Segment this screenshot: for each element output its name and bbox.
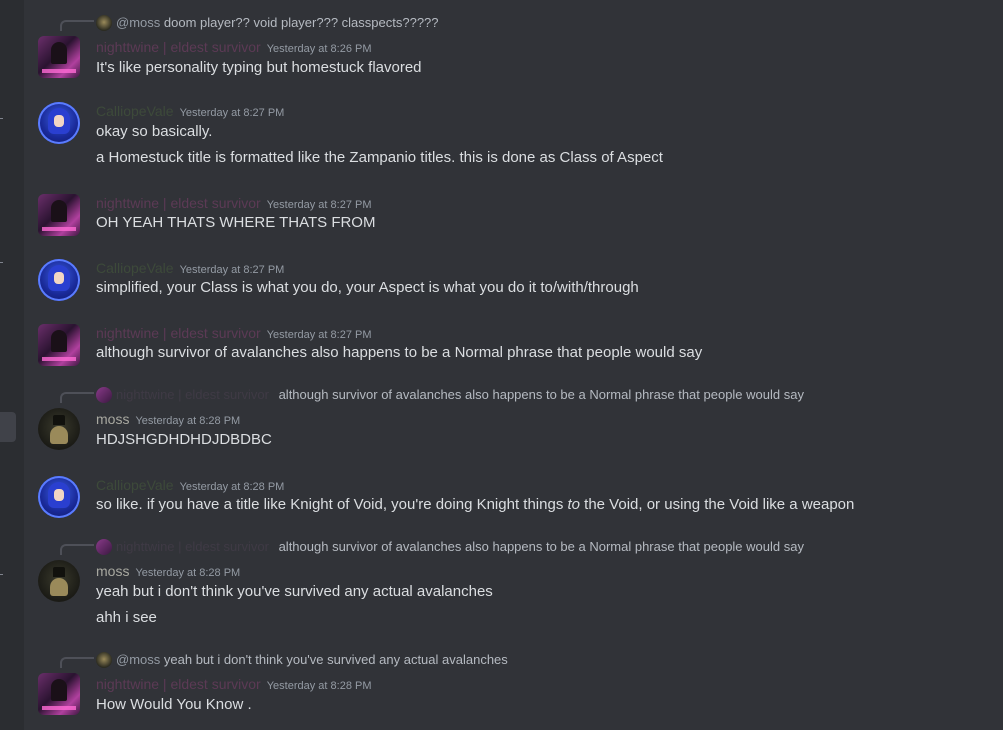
message-text: although survivor of avalanches also hap… bbox=[96, 344, 703, 361]
username[interactable]: CalliopeVale bbox=[96, 260, 174, 276]
reply-mention[interactable]: @moss bbox=[116, 652, 160, 667]
reply-preview[interactable]: @moss doom player?? void player??? class… bbox=[96, 14, 439, 32]
reply-mention[interactable]: @moss bbox=[116, 15, 160, 30]
reply-spine bbox=[60, 20, 94, 31]
message-text: HDJSHGDHDHDJDBDBC bbox=[96, 431, 272, 448]
sidebar-tick bbox=[0, 574, 3, 575]
message[interactable]: nighttwine | eldest survivor although su… bbox=[24, 384, 1003, 454]
message-text-italic: to bbox=[567, 496, 580, 513]
reply-author[interactable]: nighttwine | eldest survivor bbox=[116, 539, 269, 554]
timestamp: Yesterday at 8:27 PM bbox=[266, 329, 372, 341]
timestamp: Yesterday at 8:28 PM bbox=[266, 680, 372, 692]
message[interactable]: nighttwine | eldest survivor although su… bbox=[24, 536, 1003, 632]
username[interactable]: CalliopeVale bbox=[96, 103, 174, 119]
message-text: OH YEAH THATS WHERE THATS FROM bbox=[96, 214, 376, 231]
message[interactable]: CalliopeVale Yesterday at 8:27 PM okay so… bbox=[24, 100, 1003, 170]
username[interactable]: nighttwine | eldest survivor bbox=[96, 39, 261, 55]
reply-avatar bbox=[96, 651, 112, 668]
message-text: It's like personality typing but homestu… bbox=[96, 59, 422, 76]
channel-sidebar-edge bbox=[0, 0, 22, 730]
message-text: so like. if you have a title like Knight… bbox=[96, 495, 854, 515]
reply-avatar bbox=[96, 386, 112, 403]
username[interactable]: nighttwine | eldest survivor bbox=[96, 195, 261, 211]
reply-spine bbox=[60, 392, 94, 403]
reply-text: doom player?? void player??? classpects?… bbox=[163, 15, 439, 30]
avatar[interactable] bbox=[38, 673, 80, 715]
avatar[interactable] bbox=[38, 408, 80, 450]
message[interactable]: CalliopeVale Yesterday at 8:27 PM simplif… bbox=[24, 257, 1003, 303]
avatar[interactable] bbox=[38, 476, 80, 518]
message[interactable]: nighttwine | eldest survivor Yesterday at… bbox=[24, 192, 1003, 238]
reply-author[interactable]: nighttwine | eldest survivor bbox=[116, 387, 269, 402]
timestamp: Yesterday at 8:28 PM bbox=[135, 415, 241, 427]
message-text: ahh i see bbox=[96, 609, 157, 626]
message-text-part: so like. if you have a title like Knight… bbox=[96, 496, 568, 513]
username[interactable]: nighttwine | eldest survivor bbox=[96, 325, 261, 341]
message-header: nighttwine | eldest survivor Yesterday at… bbox=[96, 194, 372, 212]
message-header: nighttwine | eldest survivor Yesterday at… bbox=[96, 38, 372, 56]
avatar[interactable] bbox=[38, 102, 80, 144]
username[interactable]: moss bbox=[96, 563, 129, 579]
username[interactable]: CalliopeVale bbox=[96, 477, 174, 493]
timestamp: Yesterday at 8:28 PM bbox=[135, 567, 241, 579]
message-header: CalliopeVale Yesterday at 8:27 PM bbox=[96, 259, 284, 277]
sidebar-selected-item[interactable] bbox=[0, 412, 16, 442]
message[interactable]: @moss yeah but i don't think you've surv… bbox=[24, 649, 1003, 719]
avatar[interactable] bbox=[38, 324, 80, 366]
timestamp: Yesterday at 8:27 PM bbox=[266, 199, 372, 211]
message-header: nighttwine | eldest survivor Yesterday at… bbox=[96, 675, 372, 693]
avatar[interactable] bbox=[38, 194, 80, 236]
message-text: okay so basically. bbox=[96, 123, 213, 140]
message[interactable]: CalliopeVale Yesterday at 8:28 PM so like… bbox=[24, 474, 1003, 520]
message[interactable]: nighttwine | eldest survivor Yesterday at… bbox=[24, 322, 1003, 368]
message-text: How Would You Know . bbox=[96, 696, 252, 713]
timestamp: Yesterday at 8:28 PM bbox=[179, 481, 285, 493]
message[interactable]: @moss doom player?? void player??? class… bbox=[24, 12, 1003, 78]
message-text: a Homestuck title is formatted like the … bbox=[96, 149, 663, 166]
avatar[interactable] bbox=[38, 36, 80, 78]
message-header: CalliopeVale Yesterday at 8:28 PM bbox=[96, 476, 284, 494]
message-header: moss Yesterday at 8:28 PM bbox=[96, 562, 240, 580]
avatar[interactable] bbox=[38, 259, 80, 301]
message-text-part: the Void, or using the Void like a weapo… bbox=[580, 496, 855, 513]
reply-preview[interactable]: nighttwine | eldest survivor although su… bbox=[96, 538, 804, 556]
timestamp: Yesterday at 8:27 PM bbox=[179, 264, 285, 276]
message-header: CalliopeVale Yesterday at 8:27 PM bbox=[96, 102, 284, 120]
message-header: nighttwine | eldest survivor Yesterday at… bbox=[96, 324, 372, 342]
reply-preview[interactable]: @moss yeah but i don't think you've surv… bbox=[96, 651, 508, 669]
message-header: moss Yesterday at 8:28 PM bbox=[96, 410, 240, 428]
timestamp: Yesterday at 8:26 PM bbox=[266, 43, 372, 55]
timestamp: Yesterday at 8:27 PM bbox=[179, 107, 285, 119]
reply-spine bbox=[60, 657, 94, 668]
reply-preview[interactable]: nighttwine | eldest survivor although su… bbox=[96, 386, 804, 404]
message-text: yeah but i don't think you've survived a… bbox=[96, 583, 493, 600]
message-text: simplified, your Class is what you do, y… bbox=[96, 279, 639, 296]
reply-avatar bbox=[96, 14, 112, 31]
reply-text: although survivor of avalanches also hap… bbox=[278, 387, 804, 402]
username[interactable]: moss bbox=[96, 411, 129, 427]
reply-text: yeah but i don't think you've survived a… bbox=[163, 652, 508, 667]
reply-spine bbox=[60, 544, 94, 555]
sidebar-tick bbox=[0, 262, 3, 263]
sidebar-tick bbox=[0, 118, 3, 119]
avatar[interactable] bbox=[38, 560, 80, 602]
reply-text: although survivor of avalanches also hap… bbox=[278, 539, 804, 554]
username[interactable]: nighttwine | eldest survivor bbox=[96, 676, 261, 692]
chat-window: @moss doom player?? void player??? class… bbox=[0, 0, 1003, 730]
reply-avatar bbox=[96, 538, 112, 555]
